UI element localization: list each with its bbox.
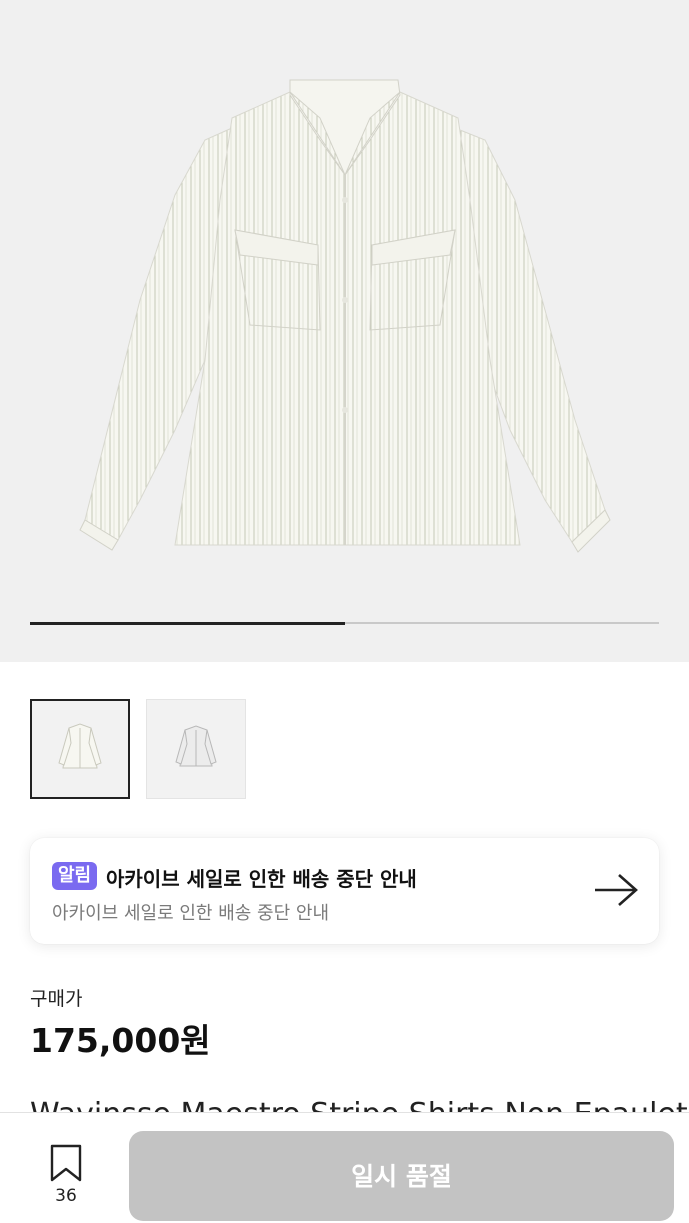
notice-title: 아카이브 세일로 인한 배송 중단 안내 <box>106 867 417 891</box>
bookmark-button[interactable]: 36 <box>44 1143 88 1205</box>
thumbnail-list <box>30 699 246 799</box>
product-image <box>79 79 611 553</box>
price-value: 175,000원 <box>30 1021 211 1060</box>
notice-subtitle: 아카이브 세일로 인한 배송 중단 안내 <box>52 903 330 924</box>
shirt-thumbnail-icon <box>58 723 102 769</box>
sold-out-button[interactable]: 일시 품절 <box>129 1131 674 1221</box>
bookmark-icon <box>50 1144 82 1182</box>
thumbnail-1[interactable] <box>30 699 130 799</box>
notice-badge: 알림 <box>52 862 98 890</box>
gallery-progress-bar <box>30 621 659 625</box>
price-label: 구매가 <box>30 988 83 1010</box>
gallery-progress-fill <box>30 621 345 625</box>
bookmark-count: 36 <box>55 1186 77 1206</box>
thumbnail-2[interactable] <box>146 699 246 799</box>
shirt-thumbnail-icon <box>175 725 217 767</box>
bottom-action-bar: 36 일시 품절 <box>0 1112 689 1221</box>
product-image-gallery[interactable] <box>0 0 689 662</box>
arrow-right-icon[interactable] <box>593 872 639 908</box>
shipping-notice-card[interactable]: 알림 아카이브 세일로 인한 배송 중단 안내 아카이브 세일로 인한 배송 중… <box>30 838 659 944</box>
